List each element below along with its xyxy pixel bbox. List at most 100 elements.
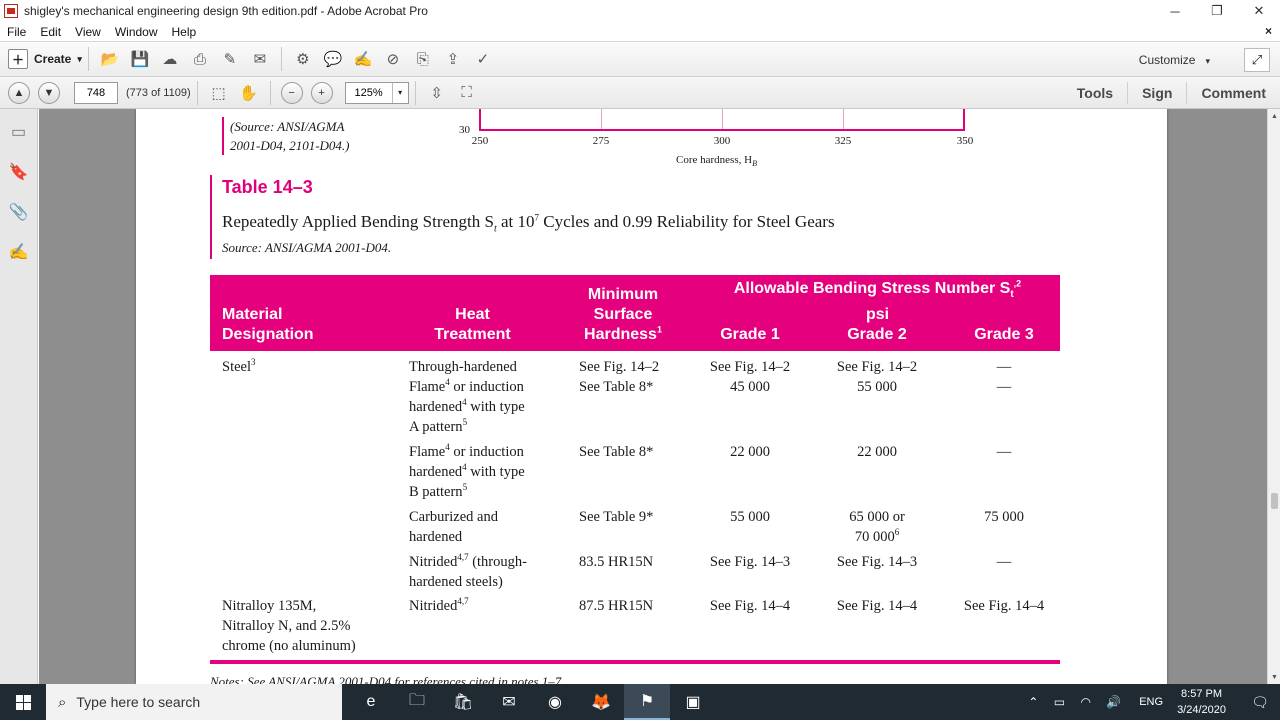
chart-x-label-text: Core hardness, H (676, 154, 753, 166)
cell-text: Nitralloy N, and 2.5% (222, 618, 351, 634)
zoom-out-icon[interactable]: − (280, 81, 303, 104)
page-number-input[interactable] (74, 81, 118, 104)
menu-file[interactable]: File (0, 25, 33, 39)
figure-source-note: (Source: ANSI/AGMA 2001-D04, 2101-D04.) (222, 117, 382, 155)
cell-text: hardened (409, 464, 463, 480)
acrobat-taskbar-icon[interactable]: ⚑ (624, 684, 670, 720)
email-icon[interactable]: ✉ (248, 47, 272, 71)
table-header: Material Designation Heat Treatment Mini… (210, 275, 1060, 351)
table-title-block: Table 14–3 Repeatedly Applied Bending St… (210, 175, 835, 259)
tab-tools[interactable]: Tools (1063, 82, 1127, 104)
scroll-down-icon[interactable]: ▼ (1268, 670, 1280, 684)
cell-sup: 5 (462, 417, 468, 428)
tray-icons[interactable]: ⌃ ▭ ◠ 🔊 (1028, 695, 1127, 709)
menu-edit[interactable]: Edit (33, 25, 68, 39)
chart-x-tick: 300 (713, 135, 731, 147)
chrome-icon[interactable]: ◉ (532, 684, 578, 720)
fit-page-icon[interactable]: ⛶ (455, 81, 479, 105)
zoom-in-icon[interactable]: + (310, 81, 333, 104)
tablet-app-icon[interactable]: ▣ (670, 684, 716, 720)
cell-min-hardness: See Table 8* (579, 379, 654, 395)
tab-sign[interactable]: Sign (1127, 82, 1186, 104)
tab-comment[interactable]: Comment (1186, 82, 1280, 104)
cell-text: Nitrided (409, 598, 458, 614)
chart-x-tick: 350 (956, 135, 974, 147)
minimize-button[interactable]: ─ (1154, 0, 1196, 22)
taskbar-search[interactable]: ⌕ Type here to search (46, 684, 342, 720)
cell-grade-2: 65 000 or 70 0006 (827, 507, 927, 547)
save-icon[interactable]: 💾 (128, 47, 152, 71)
previous-page-icon[interactable]: ▲ (8, 81, 30, 104)
header-sup: ,2 (1013, 278, 1022, 289)
signatures-icon[interactable]: ✍ (9, 241, 29, 263)
bookmarks-icon[interactable]: 🔖 (9, 161, 29, 183)
cell-min-hardness: See Fig. 14–2 (579, 359, 660, 375)
customize-button[interactable]: Customize ▾ (1139, 53, 1210, 67)
cell-text: chrome (no aluminum) (222, 638, 356, 654)
language-indicator[interactable]: ENG (1139, 696, 1163, 708)
scrolling-mode-icon[interactable]: ⇳ (425, 81, 449, 105)
delete-page-icon[interactable]: ⊘ (381, 47, 405, 71)
toolbar-separator (196, 80, 198, 105)
zoom-dropdown-icon[interactable]: ▾ (391, 82, 408, 103)
cell-text: with type (466, 399, 525, 415)
create-button[interactable]: ＋ Create ▾ (8, 49, 82, 69)
select-tool-icon[interactable]: ⬚ (207, 81, 231, 105)
vertical-scrollbar[interactable]: ▲ ▼ (1267, 109, 1280, 684)
close-window-button[interactable]: ✕ (1238, 0, 1280, 22)
page-thumbnails-icon[interactable]: ▭ (9, 121, 29, 143)
page-sign-icon[interactable]: ✓ (471, 47, 495, 71)
cell-text: or induction (449, 444, 524, 460)
file-explorer-icon[interactable]: 🗀 (394, 684, 440, 720)
chart-x-tick: 250 (471, 135, 489, 147)
cell-heat: Nitrided4,7 (through- hardened steels) (409, 552, 527, 592)
cell-text: with type (466, 464, 525, 480)
header-min-hardness: Minimum Surface Hardness1 (570, 285, 676, 345)
cell-text: Nitrided (409, 554, 458, 570)
chart-x-label: Core hardness, HB (676, 154, 757, 168)
attachments-icon[interactable]: 📎 (9, 201, 29, 223)
header-sup: 1 (656, 324, 662, 335)
firefox-icon[interactable]: 🦊 (578, 684, 624, 720)
menu-window[interactable]: Window (108, 25, 165, 39)
menu-help[interactable]: Help (165, 25, 204, 39)
cell-min-hardness: 83.5 HR15N (579, 554, 654, 570)
toolbar-separator (269, 80, 271, 105)
scroll-thumb[interactable] (1271, 493, 1278, 509)
close-document-button[interactable]: × (1265, 24, 1272, 38)
document-viewport[interactable]: (Source: ANSI/AGMA 2001-D04, 2101-D04.) … (39, 109, 1267, 684)
comment-icon[interactable]: 💬 (321, 47, 345, 71)
clock[interactable]: 8:57 PM 3/24/2020 (1177, 686, 1226, 718)
store-icon[interactable]: 🛍 (440, 684, 486, 720)
restore-button[interactable]: ❐ (1196, 0, 1238, 22)
open-folder-icon[interactable]: 📂 (98, 47, 122, 71)
cell-material-nitralloy: Nitralloy 135M, Nitralloy N, and 2.5% ch… (222, 596, 356, 656)
window-controls: ─ ❐ ✕ (1154, 0, 1280, 22)
zoom-input[interactable] (345, 86, 392, 99)
table-caption: Repeatedly Applied Bending Strength St a… (222, 212, 835, 234)
scroll-up-icon[interactable]: ▲ (1268, 109, 1280, 123)
header-text: Heat (455, 306, 490, 323)
menu-view[interactable]: View (68, 25, 108, 39)
page-settings-icon[interactable]: ⎘ (411, 47, 435, 71)
notifications-icon[interactable]: 🗨 (1240, 694, 1280, 711)
table-notes: Notes: See ANSI/AGMA 2001-D04 for refere… (210, 674, 565, 684)
edit-icon[interactable]: ✎ (218, 47, 242, 71)
mail-icon[interactable]: ✉ (486, 684, 532, 720)
start-button[interactable] (0, 684, 46, 720)
upload-cloud-icon[interactable]: ☁ (158, 47, 182, 71)
page-export-icon[interactable]: ⇪ (441, 47, 465, 71)
cell-grade-1: 55 000 (730, 509, 770, 525)
header-text: Material (222, 306, 283, 323)
next-page-icon[interactable]: ▼ (38, 81, 60, 104)
edge-browser-icon[interactable]: e (348, 684, 394, 720)
sign-icon[interactable]: ✍ (351, 47, 375, 71)
zoom-select[interactable]: ▾ (344, 81, 409, 104)
header-grade-2: Grade 2 (847, 326, 907, 343)
windows-logo-icon (15, 694, 31, 710)
cell-grade-3: See Fig. 14–4 (963, 598, 1045, 614)
print-icon[interactable]: ⎙ (188, 47, 212, 71)
expand-toolbar-icon[interactable]: ⤢ (1244, 48, 1270, 72)
hand-tool-icon[interactable]: ✋ (237, 81, 261, 105)
gear-icon[interactable]: ⚙ (291, 47, 315, 71)
